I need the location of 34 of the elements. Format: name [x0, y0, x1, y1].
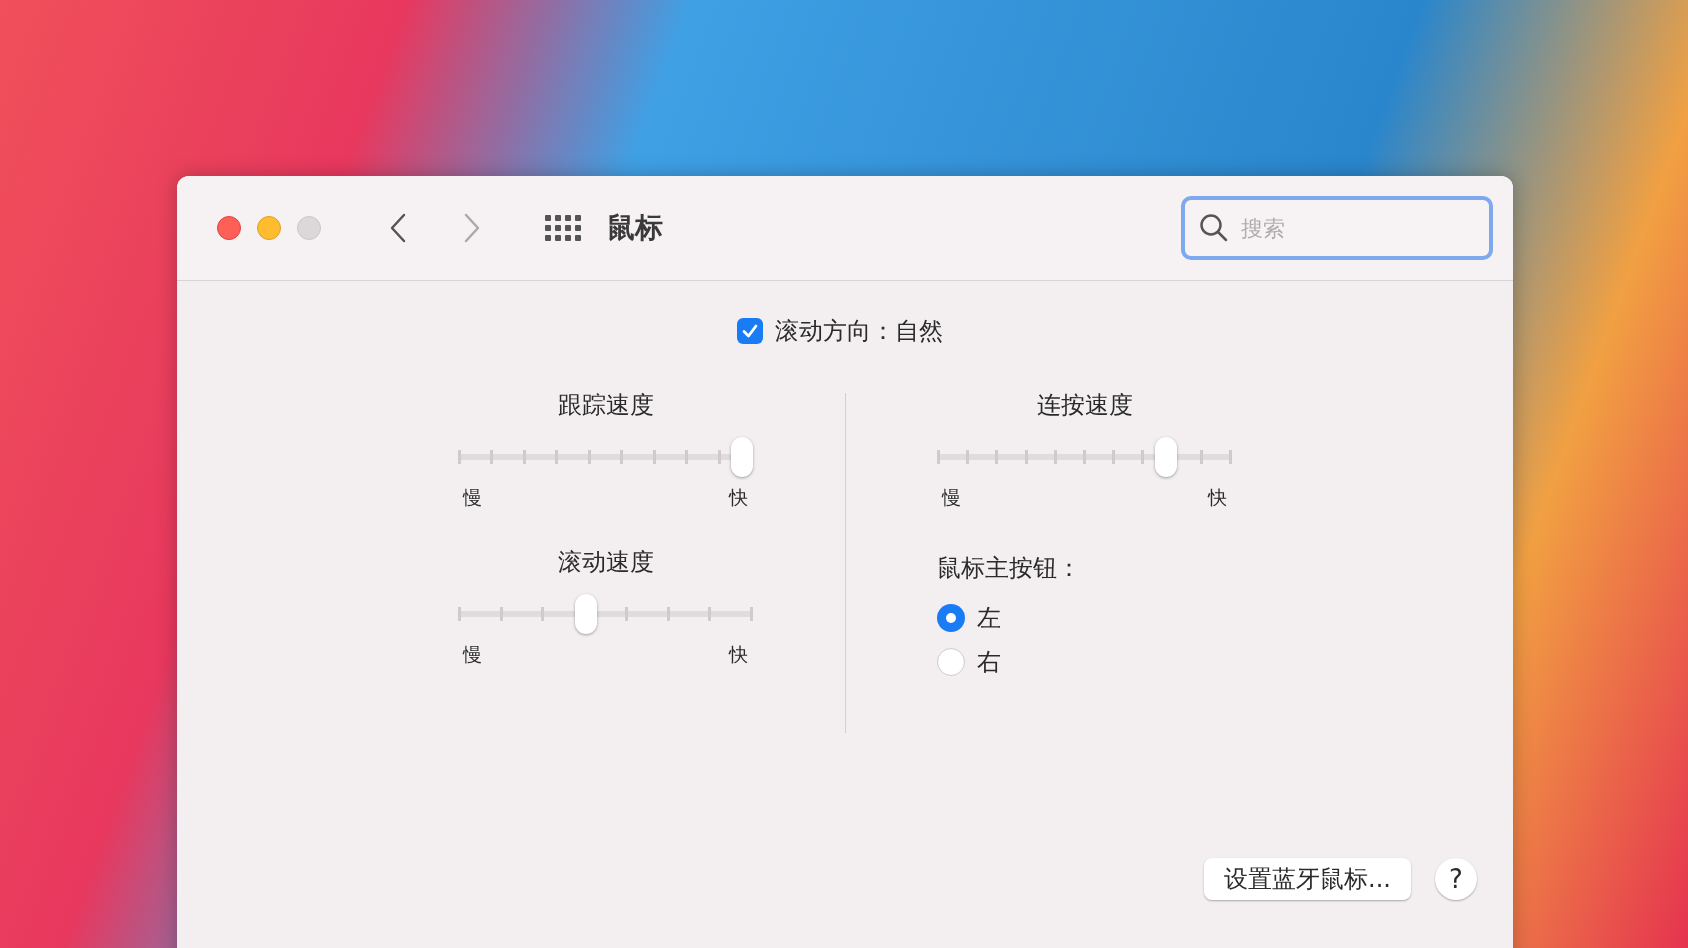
checkbox[interactable] — [737, 318, 763, 344]
minimize-button[interactable] — [257, 216, 281, 240]
grid-icon[interactable] — [545, 215, 581, 241]
slider-title: 滚动速度 — [556, 549, 655, 574]
primary-button-label: 鼠标主按钮： — [937, 552, 1082, 584]
search-field[interactable]: 搜索 — [1181, 196, 1493, 260]
scroll-direction-checkbox[interactable]: 滚动方向：自然 — [737, 313, 943, 349]
slider-thumb[interactable] — [575, 593, 598, 634]
setup-bluetooth-mouse-button[interactable]: 设置蓝牙鼠标... — [1204, 858, 1411, 900]
fast-label: 快 — [1208, 485, 1227, 510]
slow-label: 慢 — [463, 485, 482, 510]
slider-thumb[interactable] — [731, 437, 753, 477]
window-title: 鼠标 — [607, 210, 663, 246]
radio-option[interactable]: 右 — [937, 643, 1233, 680]
slider-title: 连按速度 — [1035, 393, 1134, 417]
radio-button[interactable] — [937, 647, 965, 676]
slider-thumb[interactable] — [1155, 437, 1178, 477]
help-button[interactable]: ? — [1435, 858, 1477, 900]
slider-title: 跟踪速度 — [556, 393, 655, 417]
zoom-button[interactable] — [297, 216, 321, 240]
close-button[interactable] — [217, 216, 241, 240]
checkmark-icon — [741, 322, 759, 340]
forward-icon[interactable] — [463, 213, 481, 243]
slow-label: 慢 — [942, 485, 961, 510]
slow-label: 慢 — [463, 641, 482, 667]
radio-option[interactable]: 左 — [937, 599, 1233, 636]
slider-track[interactable] — [458, 437, 753, 477]
fast-label: 快 — [729, 641, 748, 667]
radio-button[interactable] — [937, 603, 965, 632]
slider-track[interactable] — [458, 593, 753, 634]
fast-label: 快 — [729, 485, 748, 510]
back-icon[interactable] — [389, 213, 407, 243]
search-icon — [1199, 213, 1229, 243]
slider-track[interactable] — [937, 437, 1232, 477]
